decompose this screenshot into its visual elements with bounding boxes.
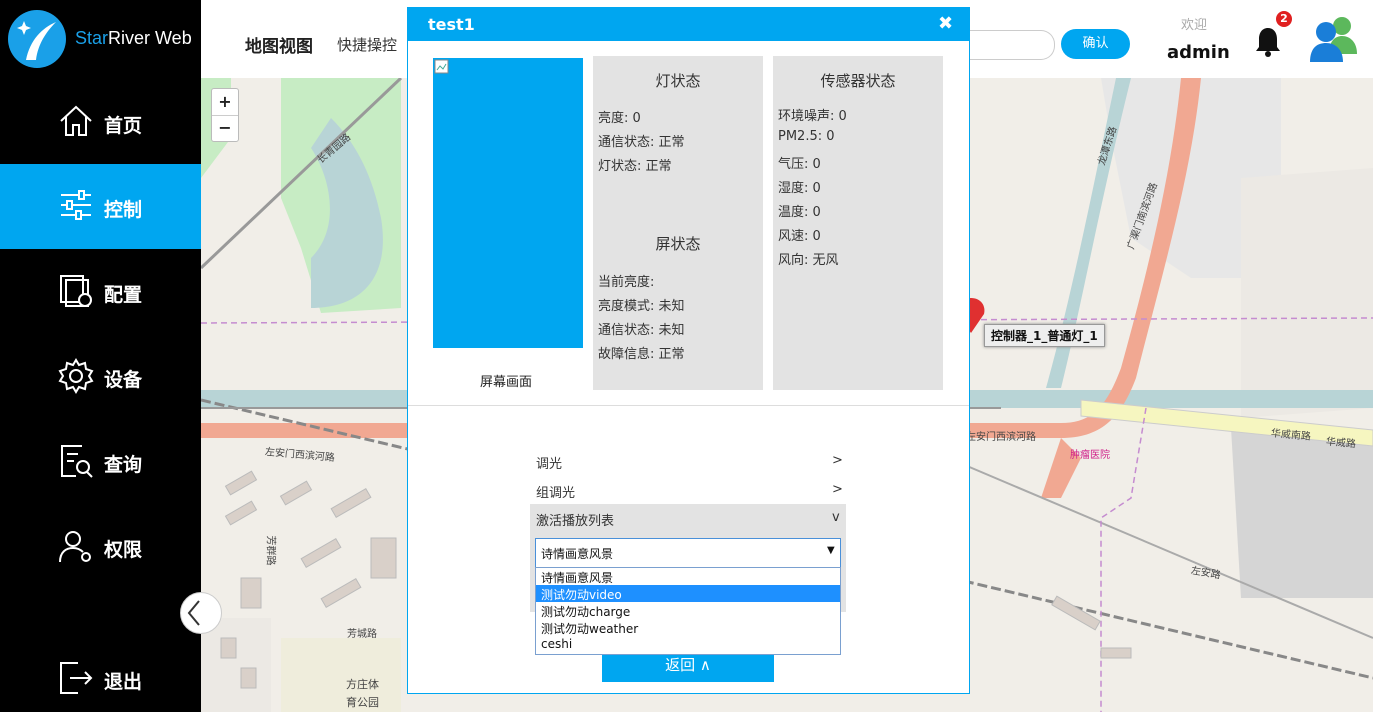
menu-label: 组调光: [536, 486, 576, 501]
panel-title: 灯状态: [655, 72, 701, 90]
sidebar-item-label: 配置: [104, 284, 143, 306]
user-permission-icon: [59, 531, 91, 563]
dropdown-option[interactable]: ceshi: [536, 636, 840, 653]
sidebar-item-device[interactable]: 设备: [0, 334, 201, 419]
divider: [408, 405, 969, 406]
starriver-logo: [8, 10, 66, 68]
status-row: 亮度模式: 未知: [598, 299, 685, 314]
notification-badge: 2: [1276, 11, 1292, 27]
dropdown-caret-icon: ▼: [827, 545, 835, 556]
sensor-status-panel: 传感器状态 环境噪声: 0 PM2.5: 0 气压: 0 湿度: 0 温度: 0…: [773, 56, 943, 390]
status-row: 环境噪声: 0: [778, 109, 847, 124]
home-icon: [60, 105, 92, 136]
menu-label: 激活播放列表: [536, 514, 615, 529]
search-input[interactable]: [966, 30, 1055, 60]
sidebar-item-label: 设备: [104, 369, 143, 391]
select-value: 诗情画意风景: [541, 547, 614, 561]
page-title: 地图视图: [245, 37, 313, 57]
panel-title: 传感器状态: [820, 72, 896, 90]
map-label: 芳群路: [264, 535, 276, 566]
logout-label: 退出: [104, 671, 143, 693]
screen-label: 屏幕画面: [480, 375, 533, 390]
username: admin: [1167, 42, 1230, 63]
menu-label: 调光: [536, 457, 563, 472]
sidebar: StarRiver Web 首页 控制 配置 设备 查询 权限 退出: [0, 0, 201, 712]
chevron-down-icon: v: [832, 510, 840, 525]
screen-preview: [433, 58, 583, 348]
sidebar-item-control[interactable]: 控制: [0, 164, 201, 249]
device-modal: test1 ✖ 屏幕画面 灯状态 亮度: 0 通信状态: 正常 灯状态: 正常 …: [407, 7, 970, 694]
sidebar-item-label: 首页: [104, 115, 143, 137]
avatar[interactable]: [1309, 14, 1359, 64]
dropdown-option[interactable]: 诗情画意风景: [536, 568, 840, 585]
back-button[interactable]: 返回 ∧: [602, 653, 774, 682]
status-row: 通信状态: 正常: [598, 135, 685, 150]
playlist-dropdown: 诗情画意风景 测试勿动video 测试勿动charge 测试勿动weather …: [535, 567, 841, 655]
sliders-icon: [61, 190, 91, 220]
chevron-right-icon: >: [832, 453, 843, 468]
broken-image-icon: [434, 59, 449, 74]
sidebar-item-home[interactable]: 首页: [0, 80, 201, 165]
modal-title: test1: [428, 15, 475, 34]
dropdown-option[interactable]: 测试勿动weather: [536, 619, 840, 636]
chevron-left-icon: [187, 600, 200, 626]
config-icon: [60, 275, 92, 307]
sidebar-item-label: 控制: [104, 199, 143, 221]
status-row: 灯状态: 正常: [598, 159, 672, 174]
bell-icon[interactable]: [1255, 26, 1281, 58]
sidebar-item-label: 查询: [104, 454, 143, 476]
status-row: 气压: 0: [778, 157, 821, 172]
sidebar-item-config[interactable]: 配置: [0, 249, 201, 334]
dimming-menu-item[interactable]: 调光 >: [530, 447, 846, 475]
status-row: 故障信息: 正常: [598, 347, 685, 362]
logout-button[interactable]: 退出: [0, 636, 201, 721]
map-label: 芳城路: [347, 629, 377, 640]
sidebar-item-label: 权限: [104, 539, 143, 561]
status-row: 通信状态: 未知: [598, 323, 685, 338]
logout-icon: [60, 662, 93, 694]
status-row: 亮度: 0: [598, 111, 641, 126]
status-row: 风向: 无风: [778, 253, 839, 268]
status-row: 温度: 0: [778, 205, 821, 220]
welcome-text: 欢迎: [1181, 18, 1208, 33]
query-icon: [61, 445, 93, 478]
gear-icon: [58, 358, 94, 394]
quick-control-tab[interactable]: 快捷操控: [337, 34, 397, 55]
dropdown-option[interactable]: 测试勿动charge: [536, 602, 840, 619]
sidebar-item-query[interactable]: 查询: [0, 419, 201, 504]
zoom-in-button[interactable]: +: [212, 89, 238, 116]
map-label: 华威路: [1325, 436, 1357, 451]
map-label: 肿瘤医院: [1070, 450, 1110, 461]
status-row: PM2.5: 0: [778, 129, 835, 144]
group-dimming-menu-item[interactable]: 组调光 >: [530, 476, 846, 504]
confirm-button[interactable]: 确认: [1061, 29, 1130, 59]
light-screen-status-panel: 灯状态 亮度: 0 通信状态: 正常 灯状态: 正常 屏状态 当前亮度: 亮度模…: [593, 56, 763, 390]
zoom-control: + −: [211, 88, 239, 142]
status-row: 风速: 0: [778, 229, 821, 244]
close-icon[interactable]: ✖: [938, 13, 953, 34]
zoom-out-button[interactable]: −: [212, 115, 238, 141]
marker-label[interactable]: 控制器_1_普通灯_1: [984, 324, 1105, 347]
sidebar-item-permission[interactable]: 权限: [0, 504, 201, 589]
panel-title: 屏状态: [655, 235, 701, 253]
chevron-right-icon: >: [832, 482, 843, 497]
map-label: 育公园: [346, 696, 379, 709]
status-row: 湿度: 0: [778, 181, 821, 196]
app-name: StarRiver Web: [75, 28, 192, 48]
modal-header: test1 ✖: [408, 8, 969, 41]
sidebar-collapse-button[interactable]: [180, 592, 222, 634]
dropdown-option[interactable]: 测试勿动video: [536, 585, 840, 602]
map-label: 左安门西滨河路: [966, 432, 1036, 443]
playlist-select[interactable]: 诗情画意风景 ▼: [535, 538, 841, 568]
map-label: 方庄体: [346, 678, 379, 691]
status-row: 当前亮度:: [598, 275, 655, 290]
